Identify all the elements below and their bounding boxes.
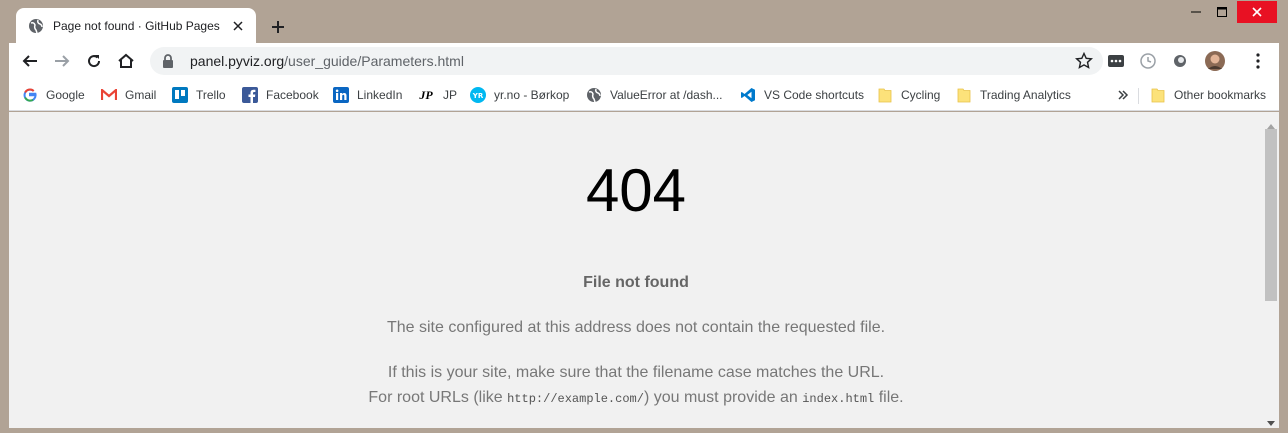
bookmark-valueerror[interactable]: ValueError at /dash...: [586, 84, 723, 106]
bookmark-cycling[interactable]: Cycling: [877, 84, 940, 106]
hint-text-c: file.: [874, 389, 904, 406]
google-icon: [22, 87, 38, 103]
bookmarks-bar: Google Gmail Trello Facebook LinkedIn JP…: [9, 79, 1279, 111]
hint-text-b: ) you must provide an: [643, 389, 803, 406]
folder-icon: [1150, 87, 1166, 103]
bookmarks-divider: [1138, 88, 1139, 104]
back-button[interactable]: [18, 49, 42, 73]
profile-avatar[interactable]: [1205, 51, 1225, 71]
browser-toolbar: panel.pyviz.org/user_guide/Parameters.ht…: [9, 43, 1279, 79]
bookmark-facebook[interactable]: Facebook: [242, 84, 319, 106]
hint-text-a: For root URLs (like: [368, 389, 508, 406]
extension-clock-icon[interactable]: [1138, 51, 1158, 71]
bookmark-google[interactable]: Google: [22, 84, 85, 106]
bookmark-label: VS Code shortcuts: [764, 88, 865, 102]
new-tab-button[interactable]: [268, 17, 288, 37]
bookmark-jp[interactable]: JP JP: [417, 84, 457, 106]
scrollbar-thumb[interactable]: [1265, 129, 1277, 301]
extension-circle-icon[interactable]: [1170, 51, 1190, 71]
bookmark-label: Google: [46, 88, 85, 102]
minimize-button[interactable]: [1182, 0, 1210, 24]
bookmark-label: yr.no - Børkop: [494, 88, 570, 102]
bookmark-label: LinkedIn: [357, 88, 403, 102]
tab-title: Page not found · GitHub Pages: [53, 18, 220, 33]
bookmark-trello[interactable]: Trello: [172, 84, 226, 106]
page-content: 404 File not found The site configured a…: [9, 112, 1263, 428]
bookmark-gmail[interactable]: Gmail: [101, 84, 156, 106]
close-window-button[interactable]: [1237, 1, 1277, 23]
url-path: /user_guide/Parameters.html: [284, 53, 464, 69]
bookmark-yr[interactable]: YR yr.no - Børkop: [470, 84, 569, 106]
jp-icon: JP: [419, 87, 433, 102]
folder-icon: [877, 87, 893, 103]
bookmark-label: Other bookmarks: [1174, 88, 1267, 102]
reload-button[interactable]: [82, 49, 106, 73]
bookmark-vscode[interactable]: VS Code shortcuts: [740, 84, 864, 106]
folder-icon: [956, 87, 972, 103]
bookmark-other-bookmarks[interactable]: Other bookmarks: [1150, 84, 1266, 106]
tab-close-icon[interactable]: [230, 18, 246, 34]
error-hint-line2: For root URLs (like http://example.com/)…: [9, 389, 1263, 407]
bookmark-star-icon[interactable]: [1075, 52, 1093, 70]
globe-icon: [586, 87, 602, 103]
home-button[interactable]: [114, 49, 138, 73]
example-url-code: http://example.com/: [507, 392, 644, 406]
bookmark-trading-analytics[interactable]: Trading Analytics: [956, 84, 1071, 106]
error-code: 404: [585, 157, 687, 224]
svg-text:YR: YR: [472, 92, 484, 100]
menu-kebab-icon[interactable]: [1248, 51, 1268, 71]
scroll-down-arrow-icon[interactable]: [1267, 414, 1275, 426]
error-description: The site configured at this address does…: [386, 319, 886, 336]
bookmark-label: Trading Analytics: [980, 88, 1071, 102]
forward-button[interactable]: [50, 49, 74, 73]
index-html-code: index.html: [802, 392, 875, 406]
scroll-up-arrow-icon[interactable]: [1267, 116, 1275, 129]
maximize-button[interactable]: [1208, 0, 1236, 24]
bookmark-label: Gmail: [125, 88, 157, 102]
title-bar: Page not found · GitHub Pages: [0, 0, 1288, 43]
error-title: File not found: [583, 274, 689, 291]
vertical-scrollbar[interactable]: [1263, 112, 1279, 428]
address-bar[interactable]: panel.pyviz.org/user_guide/Parameters.ht…: [150, 47, 1103, 75]
window-frame-bottom: [0, 428, 1288, 433]
globe-icon: [28, 18, 44, 34]
bookmark-label: ValueError at /dash...: [610, 88, 723, 102]
trello-icon: [172, 87, 188, 103]
bookmark-linkedin[interactable]: LinkedIn: [333, 84, 402, 106]
bookmark-label: Cycling: [901, 88, 941, 102]
browser-tab[interactable]: Page not found · GitHub Pages: [16, 8, 256, 43]
vscode-icon: [740, 87, 756, 103]
error-hint-line1: If this is your site, make sure that the…: [387, 364, 885, 381]
facebook-icon: [242, 87, 258, 103]
url-text[interactable]: panel.pyviz.org/user_guide/Parameters.ht…: [190, 53, 464, 69]
bookmark-label: JP: [443, 88, 458, 102]
gmail-icon: [101, 87, 117, 103]
bookmark-label: Facebook: [266, 88, 319, 102]
url-host: panel.pyviz.org: [190, 53, 285, 69]
bookmark-label: Trello: [196, 88, 226, 102]
linkedin-icon: [333, 87, 349, 103]
lock-icon[interactable]: [162, 54, 174, 68]
bookmarks-overflow-chevron-icon[interactable]: [1117, 84, 1129, 106]
yr-icon: YR: [470, 87, 486, 103]
extension-dots-icon[interactable]: [1106, 51, 1126, 71]
